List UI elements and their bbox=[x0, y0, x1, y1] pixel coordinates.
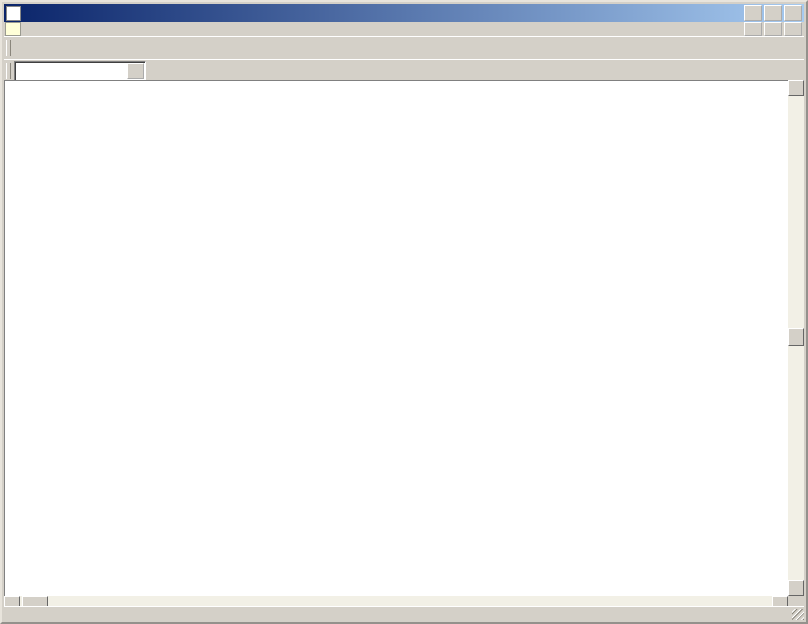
menu-bar bbox=[4, 22, 804, 36]
mdi-restore-button[interactable] bbox=[764, 22, 782, 36]
load-case-combo[interactable] bbox=[14, 61, 146, 81]
load-case-input[interactable] bbox=[15, 65, 127, 77]
model-viewport[interactable] bbox=[4, 80, 792, 596]
app-window bbox=[0, 0, 808, 624]
status-bar bbox=[4, 606, 804, 620]
vertical-scrollbar[interactable] bbox=[788, 80, 804, 596]
toolbar-main bbox=[4, 36, 804, 60]
combo-dropdown-button[interactable] bbox=[127, 63, 144, 79]
toolbar-grip[interactable] bbox=[6, 63, 11, 79]
mdi-close-button[interactable] bbox=[784, 22, 802, 36]
resize-grip[interactable] bbox=[792, 609, 804, 620]
toolbar-grip[interactable] bbox=[6, 40, 11, 56]
toolbar-view bbox=[4, 59, 804, 82]
minimize-button[interactable] bbox=[744, 5, 762, 21]
mdi-minimize-button[interactable] bbox=[744, 22, 762, 36]
mdi-document-icon[interactable] bbox=[5, 22, 21, 36]
maximize-button[interactable] bbox=[764, 5, 782, 21]
vertical-scroll-thumb[interactable] bbox=[788, 328, 804, 346]
title-bar[interactable] bbox=[4, 4, 804, 22]
structure-3d-model bbox=[5, 81, 791, 596]
scroll-down-button[interactable] bbox=[788, 580, 804, 596]
scroll-up-button[interactable] bbox=[788, 80, 804, 96]
close-button[interactable] bbox=[784, 5, 802, 21]
app-icon[interactable] bbox=[6, 6, 21, 21]
